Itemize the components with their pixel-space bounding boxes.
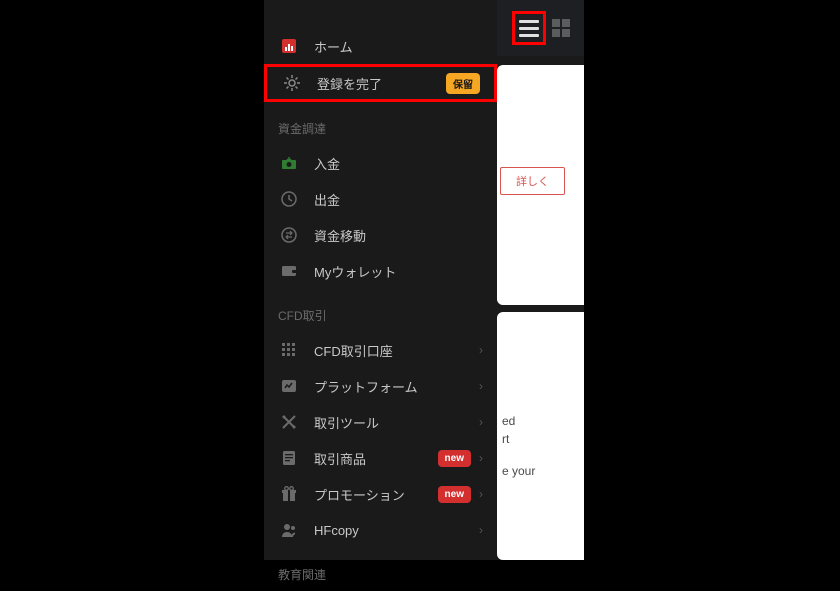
sidebar-item-label: プロモーション: [314, 485, 438, 504]
section-header-cfd: CFD取引: [264, 289, 497, 332]
top-bar: [497, 0, 584, 56]
wallet-icon: [278, 260, 300, 282]
sidebar-item-label: 取引ツール: [314, 413, 479, 432]
sidebar-item-label: 登録を完了: [317, 74, 446, 93]
people-icon: [278, 519, 300, 541]
sidebar-item-register[interactable]: 登録を完了 保留: [264, 64, 497, 102]
background-card-2: [497, 312, 584, 560]
sidebar-item-cfd-account[interactable]: CFD取引口座 ›: [264, 332, 497, 368]
sidebar-item-label: 入金: [314, 154, 483, 173]
chevron-right-icon: ›: [479, 487, 483, 501]
gear-icon: [281, 72, 303, 94]
chevron-right-icon: ›: [479, 343, 483, 357]
deposit-icon: [278, 152, 300, 174]
sidebar-item-label: ホーム: [314, 37, 483, 56]
details-button[interactable]: 詳しく: [500, 167, 565, 195]
sidebar-item-label: プラットフォーム: [314, 377, 479, 396]
sidebar-item-tools[interactable]: 取引ツール ›: [264, 404, 497, 440]
tools-icon: [278, 411, 300, 433]
chevron-right-icon: ›: [479, 415, 483, 429]
grid-dots-icon: [278, 339, 300, 361]
sidebar-item-label: 資金移動: [314, 226, 483, 245]
document-icon: [278, 447, 300, 469]
sidebar-item-label: 出金: [314, 190, 483, 209]
section-header-funds: 資金調達: [264, 102, 497, 145]
sidebar-menu: ホーム 登録を完了 保留 資金調達 入金 出金 資金移動 Myウォレット CFD…: [264, 18, 497, 560]
chevron-right-icon: ›: [479, 379, 483, 393]
chart-icon: [278, 375, 300, 397]
hamburger-icon[interactable]: [512, 11, 546, 45]
sidebar-item-label: 取引商品: [314, 449, 438, 468]
section-header-education: 教育関連: [264, 548, 497, 591]
sidebar-item-hfcopy[interactable]: HFcopy ›: [264, 512, 497, 548]
bg-text-3: e your: [502, 462, 535, 480]
sidebar-item-label: HFcopy: [314, 523, 479, 538]
transfer-icon: [278, 224, 300, 246]
gift-icon: [278, 483, 300, 505]
chevron-right-icon: ›: [479, 523, 483, 537]
sidebar-item-label: CFD取引口座: [314, 341, 479, 360]
sidebar-item-products[interactable]: 取引商品 new ›: [264, 440, 497, 476]
sidebar-item-promotion[interactable]: プロモーション new ›: [264, 476, 497, 512]
sidebar-item-deposit[interactable]: 入金: [264, 145, 497, 181]
sidebar-item-home[interactable]: ホーム: [264, 28, 497, 64]
bg-text-2: rt: [502, 430, 509, 448]
new-badge: new: [438, 450, 471, 467]
sidebar-item-label: Myウォレット: [314, 262, 483, 281]
pending-badge: 保留: [446, 73, 480, 94]
home-icon: [278, 35, 300, 57]
grid-view-icon[interactable]: [552, 19, 570, 37]
chevron-right-icon: ›: [479, 451, 483, 465]
sidebar-item-withdraw[interactable]: 出金: [264, 181, 497, 217]
new-badge: new: [438, 486, 471, 503]
sidebar-item-platform[interactable]: プラットフォーム ›: [264, 368, 497, 404]
sidebar-item-wallet[interactable]: Myウォレット: [264, 253, 497, 289]
sidebar-item-transfer[interactable]: 資金移動: [264, 217, 497, 253]
bg-text-1: ed: [502, 412, 515, 430]
withdraw-icon: [278, 188, 300, 210]
